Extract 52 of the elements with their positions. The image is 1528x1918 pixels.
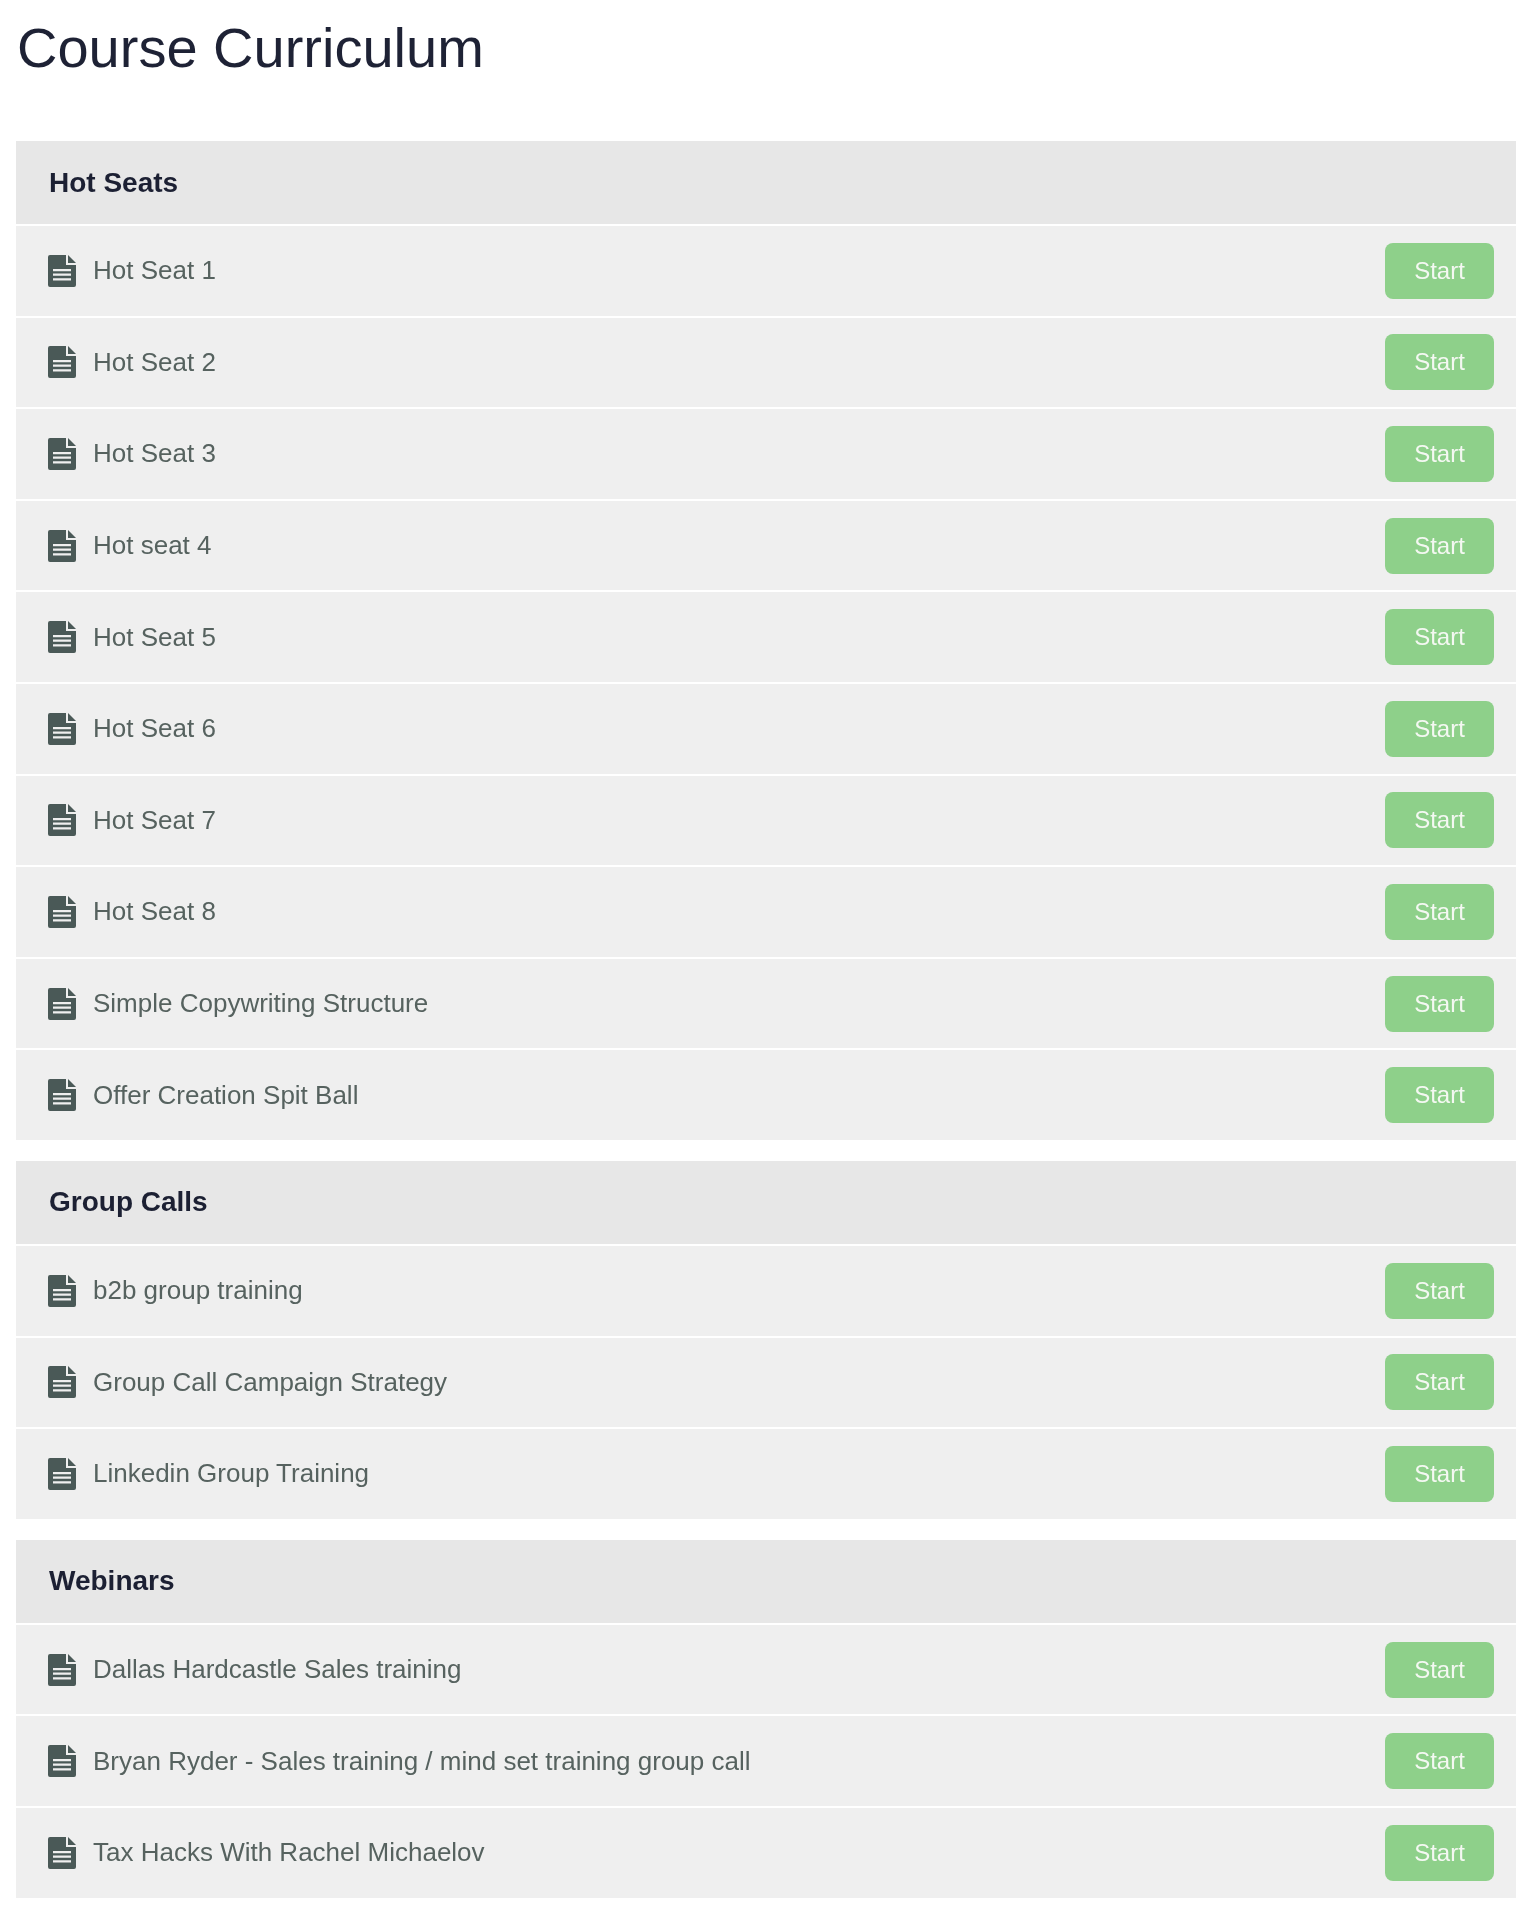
document-icon xyxy=(48,621,76,654)
document-icon xyxy=(48,529,76,562)
document-icon xyxy=(48,1836,76,1869)
lesson-title: Hot Seat 5 xyxy=(93,621,216,653)
lesson-title: Hot Seat 2 xyxy=(93,346,216,378)
document-icon xyxy=(48,804,76,837)
lesson-title: Hot Seat 6 xyxy=(93,713,216,745)
start-button[interactable]: Start xyxy=(1385,517,1494,574)
lesson-title: Bryan Ryder - Sales training / mind set training group call xyxy=(93,1745,751,1777)
lesson-title: b2b group training xyxy=(93,1275,303,1307)
document-icon xyxy=(48,895,76,928)
start-button[interactable]: Start xyxy=(1385,1733,1494,1790)
start-button[interactable]: Start xyxy=(1385,1067,1494,1124)
document-icon xyxy=(48,1653,76,1686)
start-button[interactable]: Start xyxy=(1385,334,1494,391)
start-button[interactable]: Start xyxy=(1385,700,1494,757)
start-button[interactable]: Start xyxy=(1385,426,1494,482)
document-icon xyxy=(48,1079,76,1112)
start-button[interactable]: Start xyxy=(1385,242,1494,299)
document-icon xyxy=(48,254,76,287)
lesson-title: Hot Seat 7 xyxy=(93,804,216,836)
lesson-title: Hot Seat 8 xyxy=(93,896,216,928)
document-icon xyxy=(48,1274,76,1307)
page-title: Course Curriculum xyxy=(17,15,484,81)
document-icon xyxy=(48,712,76,745)
start-button[interactable]: Start xyxy=(1385,792,1494,849)
lesson-title: Hot Seat 1 xyxy=(93,255,216,287)
start-button[interactable]: Start xyxy=(1385,1262,1494,1319)
lesson-title: Linkedin Group Training xyxy=(93,1458,370,1490)
lesson-title: Simple Copywriting Structure xyxy=(93,988,429,1020)
start-button[interactable]: Start xyxy=(1385,1354,1494,1411)
lesson-title: Offer Creation Spit Ball xyxy=(93,1079,359,1111)
lesson-title: Dallas Hardcastle Sales training xyxy=(93,1654,462,1685)
lesson-title: Hot seat 4 xyxy=(93,530,212,562)
section-header: Webinars xyxy=(16,1539,1516,1623)
section-header: Hot Seats xyxy=(16,141,1516,224)
document-icon xyxy=(48,1457,76,1490)
document-icon xyxy=(48,1745,76,1778)
document-icon xyxy=(48,1366,76,1399)
document-icon xyxy=(48,987,76,1020)
section-header: Group Calls xyxy=(16,1160,1516,1244)
lesson-title: Group Call Campaign Strategy xyxy=(93,1366,448,1398)
lesson-title: Tax Hacks With Rachel Michaelov xyxy=(93,1837,485,1869)
start-button[interactable]: Start xyxy=(1385,975,1494,1032)
document-icon xyxy=(48,438,76,470)
start-button[interactable]: Start xyxy=(1385,883,1494,940)
lesson-title: Hot Seat 3 xyxy=(93,438,216,470)
document-icon xyxy=(48,346,76,379)
start-button[interactable]: Start xyxy=(1385,1824,1494,1881)
start-button[interactable]: Start xyxy=(1385,609,1494,666)
start-button[interactable]: Start xyxy=(1385,1445,1494,1502)
start-button[interactable]: Start xyxy=(1385,1641,1494,1698)
